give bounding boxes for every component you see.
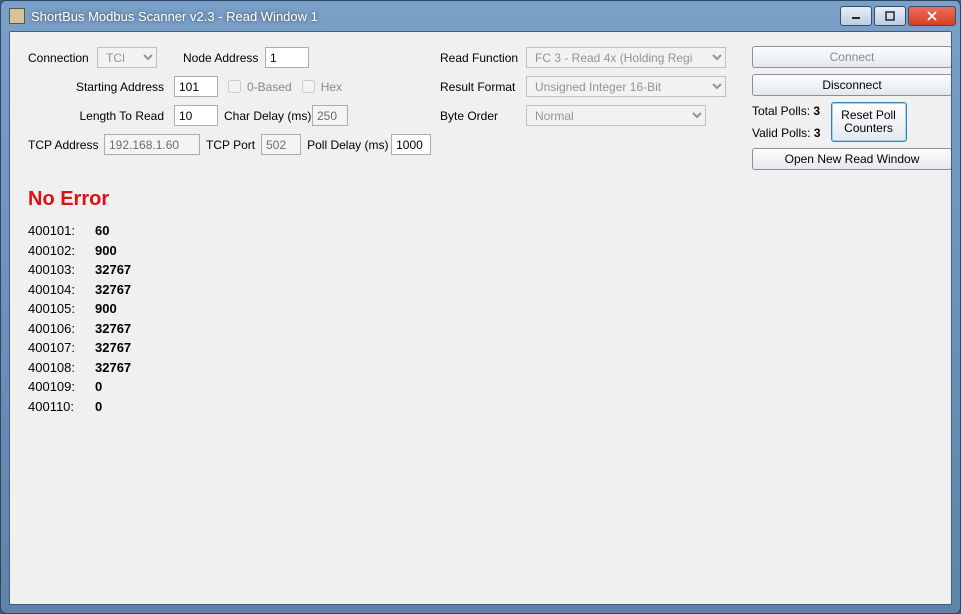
result-address: 400107: bbox=[28, 338, 83, 358]
results-list: 400101: 60 400102: 900 400103: 32767 400104: 32… bbox=[28, 221, 933, 416]
titlebar[interactable]: ShortBus Modbus Scanner v2.3 - Read Wind… bbox=[1, 1, 960, 31]
result-format-select[interactable]: Unsigned Integer 16-Bit bbox=[526, 76, 726, 97]
client-area: Connection TCP Node Address Starting Add… bbox=[9, 31, 952, 605]
node-address-label: Node Address bbox=[183, 51, 259, 65]
reset-poll-counters-button[interactable]: Reset Poll Counters bbox=[831, 102, 907, 142]
result-row: 400102: 900 bbox=[28, 241, 933, 261]
polls-row: Total Polls: 3 Valid Polls: 3 Reset Poll… bbox=[752, 102, 952, 142]
result-row: 400101: 60 bbox=[28, 221, 933, 241]
result-value: 900 bbox=[95, 241, 117, 261]
maximize-button[interactable] bbox=[874, 6, 906, 26]
result-value: 900 bbox=[95, 299, 117, 319]
form-area: Connection TCP Node Address Starting Add… bbox=[28, 46, 933, 170]
poll-delay-input[interactable] bbox=[391, 134, 431, 155]
char-delay-label: Char Delay (ms) bbox=[224, 109, 306, 123]
result-row: 400106: 32767 bbox=[28, 319, 933, 339]
minimize-icon bbox=[851, 11, 861, 21]
maximize-icon bbox=[885, 11, 895, 21]
valid-polls: Valid Polls: 3 bbox=[752, 126, 821, 140]
app-window: ShortBus Modbus Scanner v2.3 - Read Wind… bbox=[0, 0, 961, 614]
result-value: 32767 bbox=[95, 319, 131, 339]
length-to-read-input[interactable] bbox=[174, 105, 218, 126]
result-address: 400105: bbox=[28, 299, 83, 319]
result-row: 400108: 32767 bbox=[28, 358, 933, 378]
char-delay-input[interactable] bbox=[312, 105, 348, 126]
connection-select[interactable]: TCP bbox=[97, 47, 157, 68]
length-to-read-label: Length To Read bbox=[79, 109, 164, 123]
result-address: 400106: bbox=[28, 319, 83, 339]
result-row: 400104: 32767 bbox=[28, 280, 933, 300]
result-address: 400102: bbox=[28, 241, 83, 261]
read-function-select[interactable]: FC 3 - Read 4x (Holding Registers) bbox=[526, 47, 726, 68]
result-value: 0 bbox=[95, 397, 102, 417]
left-column: Connection TCP Node Address Starting Add… bbox=[28, 46, 428, 170]
result-row: 400109: 0 bbox=[28, 377, 933, 397]
result-address: 400110: bbox=[28, 397, 83, 417]
starting-address-input[interactable] bbox=[174, 76, 218, 97]
byte-order-select[interactable]: Normal bbox=[526, 105, 706, 126]
byte-order-label: Byte Order bbox=[440, 109, 520, 123]
tcp-port-label: TCP Port bbox=[206, 138, 255, 152]
minimize-button[interactable] bbox=[840, 6, 872, 26]
status-text: No Error bbox=[28, 188, 933, 211]
result-row: 400103: 32767 bbox=[28, 260, 933, 280]
connection-label: Connection bbox=[28, 51, 91, 65]
disconnect-button[interactable]: Disconnect bbox=[752, 74, 952, 96]
result-value: 32767 bbox=[95, 358, 131, 378]
result-address: 400101: bbox=[28, 221, 83, 241]
right-column: Connect Disconnect Total Polls: 3 Valid … bbox=[752, 46, 952, 170]
close-icon bbox=[927, 11, 937, 21]
result-value: 60 bbox=[95, 221, 109, 241]
window-title: ShortBus Modbus Scanner v2.3 - Read Wind… bbox=[31, 9, 840, 24]
hex-checkbox[interactable]: Hex bbox=[298, 77, 342, 96]
result-value: 32767 bbox=[95, 260, 131, 280]
read-function-label: Read Function bbox=[440, 51, 520, 65]
open-new-read-window-button[interactable]: Open New Read Window bbox=[752, 148, 952, 170]
node-address-input[interactable] bbox=[265, 47, 309, 68]
total-polls: Total Polls: 3 bbox=[752, 104, 821, 118]
tcp-address-input[interactable] bbox=[104, 134, 200, 155]
result-address: 400109: bbox=[28, 377, 83, 397]
tcp-port-input[interactable] bbox=[261, 134, 301, 155]
result-row: 400107: 32767 bbox=[28, 338, 933, 358]
result-value: 0 bbox=[95, 377, 102, 397]
result-value: 32767 bbox=[95, 338, 131, 358]
result-address: 400108: bbox=[28, 358, 83, 378]
result-row: 400110: 0 bbox=[28, 397, 933, 417]
zero-based-checkbox[interactable]: 0-Based bbox=[224, 77, 292, 96]
middle-column: Read Function FC 3 - Read 4x (Holding Re… bbox=[440, 46, 740, 170]
result-address: 400104: bbox=[28, 280, 83, 300]
result-value: 32767 bbox=[95, 280, 131, 300]
window-controls bbox=[840, 6, 956, 26]
tcp-address-label: TCP Address bbox=[28, 138, 98, 152]
starting-address-label: Starting Address bbox=[76, 80, 164, 94]
close-button[interactable] bbox=[908, 6, 956, 26]
app-icon bbox=[9, 8, 25, 24]
result-format-label: Result Format bbox=[440, 80, 520, 94]
poll-delay-label: Poll Delay (ms) bbox=[307, 138, 385, 152]
result-row: 400105: 900 bbox=[28, 299, 933, 319]
connect-button[interactable]: Connect bbox=[752, 46, 952, 68]
result-address: 400103: bbox=[28, 260, 83, 280]
